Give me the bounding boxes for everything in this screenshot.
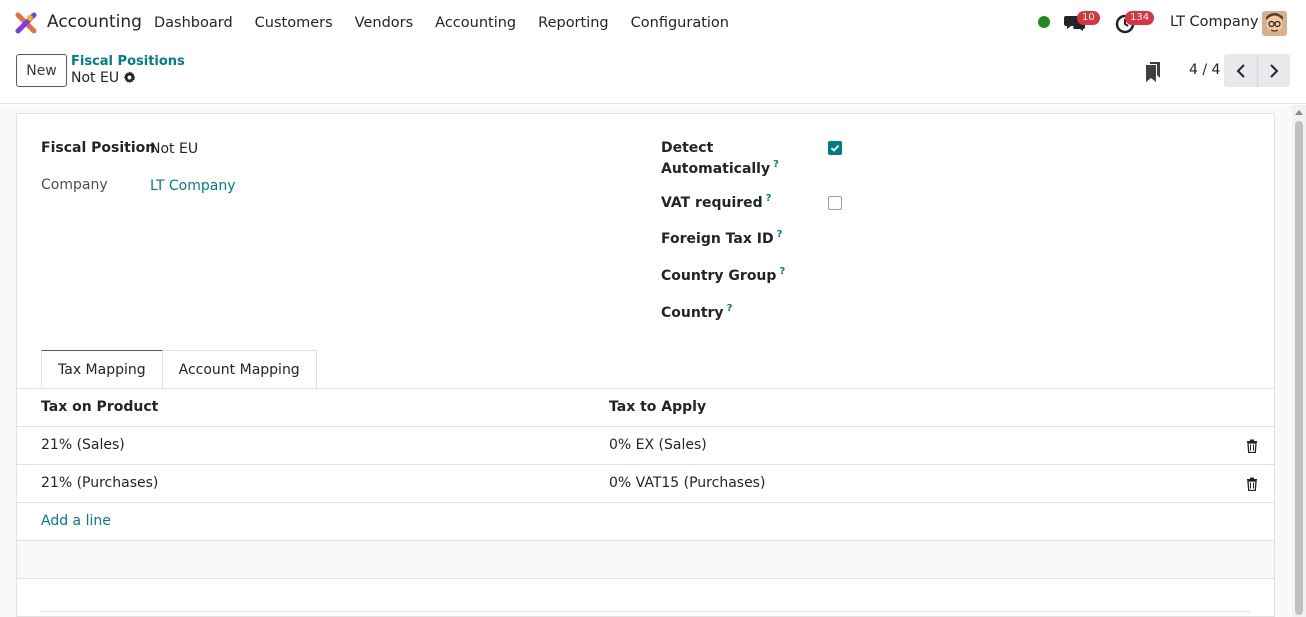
- column-header-tax-on-product[interactable]: Tax on Product: [41, 399, 158, 415]
- bookmark-icon[interactable]: [1146, 62, 1160, 82]
- chat-count-badge: 10: [1077, 11, 1100, 25]
- gear-icon[interactable]: [123, 71, 136, 84]
- trash-icon[interactable]: [1246, 439, 1258, 453]
- detect-automatically-label-line2: Automatically: [661, 161, 771, 177]
- cell-tax-to-apply[interactable]: 0% EX (Sales): [609, 437, 707, 453]
- breadcrumb-fiscal-positions[interactable]: Fiscal Positions: [71, 54, 185, 69]
- vat-required-label: VAT required?: [661, 193, 772, 211]
- user-avatar[interactable]: [1262, 11, 1287, 36]
- trash-icon[interactable]: [1246, 477, 1258, 491]
- country-label: Country?: [661, 303, 733, 321]
- menu-configuration[interactable]: Configuration: [620, 0, 740, 46]
- pager-value[interactable]: 4 / 4: [1189, 62, 1220, 78]
- section-divider: [41, 611, 1250, 612]
- scroll-up-arrow-icon[interactable]: [1295, 110, 1303, 115]
- table-header: Tax on Product Tax to Apply: [17, 389, 1274, 427]
- help-icon[interactable]: ?: [779, 266, 785, 277]
- vat-required-checkbox[interactable]: [828, 196, 842, 210]
- cell-tax-on-product[interactable]: 21% (Sales): [41, 437, 125, 453]
- tab-account-mapping[interactable]: Account Mapping: [162, 350, 317, 389]
- detect-automatically-label-line1: Detect: [661, 140, 714, 156]
- scroll-thumb[interactable]: [1295, 121, 1303, 615]
- cell-tax-on-product[interactable]: 21% (Purchases): [41, 475, 158, 491]
- help-icon[interactable]: ?: [766, 193, 772, 204]
- detect-automatically-label: Automatically?: [661, 159, 779, 177]
- company-label: Company: [41, 177, 108, 193]
- checkmark-icon: [830, 144, 840, 152]
- cell-tax-to-apply[interactable]: 0% VAT15 (Purchases): [609, 475, 765, 491]
- empty-table-row: [17, 541, 1274, 579]
- detect-automatically-checkbox[interactable]: [828, 141, 842, 155]
- menu-customers[interactable]: Customers: [244, 0, 344, 46]
- main-menu: Dashboard Customers Vendors Accounting R…: [143, 0, 740, 46]
- country-group-text: Country Group: [661, 268, 777, 284]
- online-status-icon: [1038, 16, 1050, 28]
- record-title: Not EU: [71, 70, 120, 86]
- chevron-left-icon: [1236, 63, 1245, 78]
- accounting-app-icon[interactable]: [15, 12, 37, 34]
- company-field[interactable]: LT Company: [150, 178, 235, 194]
- table-row[interactable]: 21% (Purchases) 0% VAT15 (Purchases): [17, 465, 1274, 503]
- control-panel: New Fiscal Positions Not EU 4 / 4: [0, 46, 1306, 104]
- add-a-line-link[interactable]: Add a line: [41, 513, 111, 529]
- help-icon[interactable]: ?: [727, 303, 733, 314]
- chevron-right-icon: [1270, 63, 1279, 78]
- app-name[interactable]: Accounting: [47, 12, 142, 32]
- menu-vendors[interactable]: Vendors: [344, 0, 425, 46]
- page-scrollbar[interactable]: [1292, 105, 1306, 617]
- table-row[interactable]: 21% (Sales) 0% EX (Sales): [17, 427, 1274, 465]
- country-text: Country: [661, 305, 724, 321]
- country-group-label: Country Group?: [661, 266, 785, 284]
- pager-previous-button[interactable]: [1224, 54, 1257, 87]
- new-button[interactable]: New: [16, 54, 67, 87]
- fiscal-position-label: Fiscal Position: [41, 140, 156, 156]
- menu-dashboard[interactable]: Dashboard: [143, 0, 244, 46]
- foreign-tax-id-label: Foreign Tax ID?: [661, 229, 783, 247]
- notebook-tabs: Tax Mapping Account Mapping: [41, 350, 317, 389]
- menu-reporting[interactable]: Reporting: [527, 0, 620, 46]
- activity-count-badge: 134: [1125, 11, 1155, 25]
- fiscal-position-field[interactable]: Not EU: [150, 141, 198, 157]
- menu-accounting[interactable]: Accounting: [424, 0, 527, 46]
- tab-tax-mapping[interactable]: Tax Mapping: [41, 350, 163, 389]
- column-header-tax-to-apply[interactable]: Tax to Apply: [609, 399, 706, 415]
- foreign-tax-id-text: Foreign Tax ID: [661, 231, 774, 247]
- add-line-row: Add a line: [17, 503, 1274, 541]
- help-icon[interactable]: ?: [773, 159, 779, 170]
- pager-next-button[interactable]: [1257, 54, 1290, 87]
- top-navbar: Accounting Dashboard Customers Vendors A…: [0, 0, 1306, 46]
- help-icon[interactable]: ?: [777, 229, 783, 240]
- company-switcher[interactable]: LT Company: [1170, 14, 1259, 30]
- vat-required-text: VAT required: [661, 195, 763, 211]
